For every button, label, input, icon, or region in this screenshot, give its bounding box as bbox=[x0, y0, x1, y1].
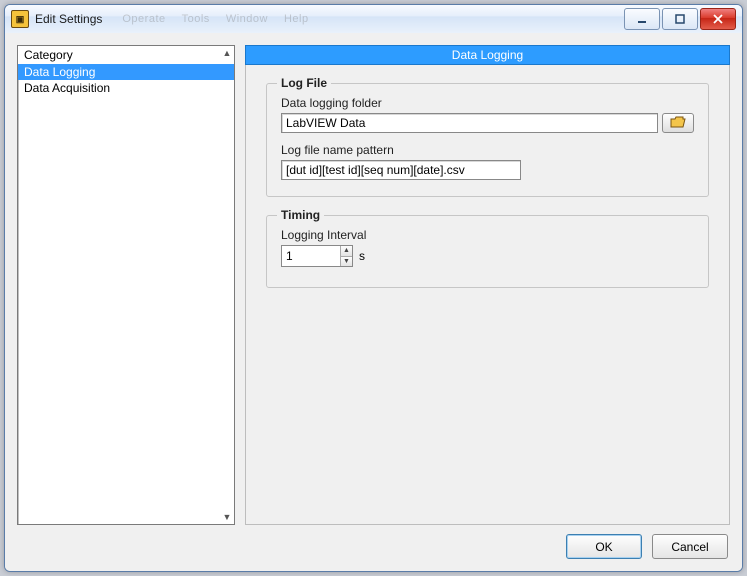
pane-header: Data Logging bbox=[245, 45, 730, 65]
scroll-down-icon[interactable]: ▼ bbox=[222, 512, 232, 522]
timing-group: Timing Logging Interval ▲ ▼ s bbox=[266, 215, 709, 288]
browse-folder-button[interactable] bbox=[662, 113, 694, 133]
close-button[interactable] bbox=[700, 8, 736, 30]
ok-button[interactable]: OK bbox=[566, 534, 642, 559]
data-logging-folder-input[interactable] bbox=[281, 113, 658, 133]
logging-interval-input[interactable] bbox=[282, 246, 340, 266]
category-item-data-logging[interactable]: Data Logging bbox=[18, 64, 234, 80]
data-logging-folder-label: Data logging folder bbox=[281, 96, 694, 110]
app-icon: ▣ bbox=[11, 10, 29, 28]
spinner-up-icon[interactable]: ▲ bbox=[341, 246, 352, 257]
spinner-down-icon[interactable]: ▼ bbox=[341, 257, 352, 267]
scroll-up-icon[interactable]: ▲ bbox=[222, 48, 232, 58]
log-file-legend: Log File bbox=[277, 76, 331, 90]
titlebar: ▣ Edit Settings Operate Tools Window Hel… bbox=[5, 5, 742, 34]
log-file-pattern-input[interactable] bbox=[281, 160, 521, 180]
minimize-button[interactable] bbox=[624, 8, 660, 30]
logging-interval-label: Logging Interval bbox=[281, 228, 694, 242]
window-title: Edit Settings bbox=[35, 12, 102, 26]
category-item-label: Data Acquisition bbox=[24, 81, 110, 95]
log-file-group: Log File Data logging folder Log file na… bbox=[266, 83, 709, 197]
category-item-data-acquisition[interactable]: Data Acquisition bbox=[18, 80, 234, 96]
category-item-label: Data Logging bbox=[24, 65, 95, 79]
background-menu: Operate Tools Window Help bbox=[122, 13, 624, 25]
logging-interval-unit: s bbox=[359, 249, 365, 263]
pane-body: Log File Data logging folder Log file na… bbox=[245, 65, 730, 525]
timing-legend: Timing bbox=[277, 208, 324, 222]
maximize-button[interactable] bbox=[662, 8, 698, 30]
log-file-pattern-label: Log file name pattern bbox=[281, 143, 694, 157]
cancel-button[interactable]: Cancel bbox=[652, 534, 728, 559]
edit-settings-window: ▣ Edit Settings Operate Tools Window Hel… bbox=[4, 4, 743, 572]
category-list[interactable]: ▲ Category Data Logging Data Acquisition… bbox=[17, 45, 235, 525]
logging-interval-spinner[interactable]: ▲ ▼ bbox=[281, 245, 353, 267]
category-header: Category bbox=[18, 46, 234, 64]
folder-open-icon bbox=[670, 116, 686, 131]
